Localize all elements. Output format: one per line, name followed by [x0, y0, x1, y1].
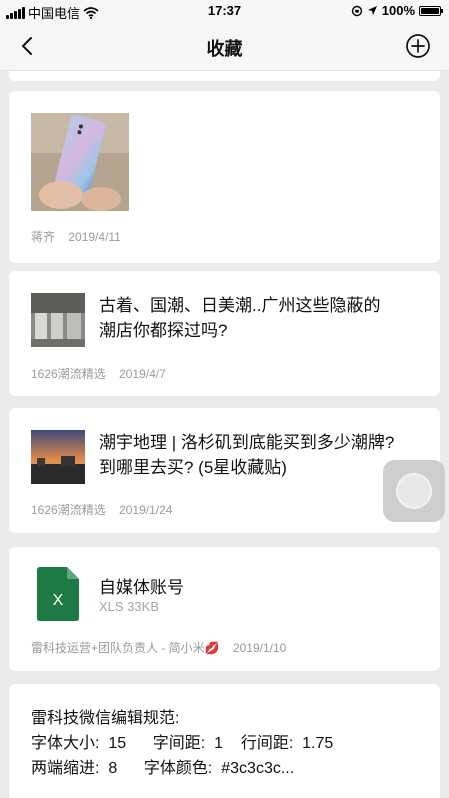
status-bar: 中国电信 17:37 100% [0, 0, 449, 22]
article-title: 潮宇地理 | 洛杉矶到底能买到多少潮牌? 到哪里去买? (5星收藏贴) [99, 430, 394, 480]
item-date: 2019/1/24 [119, 503, 173, 517]
note-line3: 两端缩进: 8 字体颜色: #3c3c3c... [31, 760, 295, 777]
item-meta: 1626潮流精选 2019/4/7 [31, 365, 176, 382]
orientation-lock-icon [351, 5, 362, 16]
item-date: 2019/4/7 [119, 367, 166, 381]
list-item-image[interactable]: 蒋齐 2019/4/11 [9, 91, 440, 263]
assistive-touch-icon [396, 473, 432, 509]
item-source: 1626潮流精选 [31, 367, 106, 381]
file-size: XLS 33KB [99, 599, 159, 614]
list-item-file[interactable]: X 自媒体账号 XLS 33KB 雷科技运营+团队负责人 - 简小米💋 2019… [9, 547, 440, 671]
article-title-line1: 古着、国潮、日美潮..广州这些隐蔽的 [99, 296, 381, 315]
item-source: 雷科技运营+团队负责人 - 简小米💋 [31, 641, 220, 655]
article-title-line2: 潮店你都探过吗? [99, 321, 228, 340]
note-line1: 雷科技微信编辑规范: [31, 710, 180, 727]
xls-file-icon: X [37, 567, 79, 621]
file-name: 自媒体账号 [99, 578, 184, 597]
item-source: 1626潮流精选 [31, 503, 106, 517]
page-title: 收藏 [206, 39, 243, 59]
item-date: 2019/4/11 [68, 230, 121, 244]
add-icon[interactable] [405, 33, 431, 59]
location-icon [367, 6, 377, 15]
item-meta: 1626潮流精选 2019/1/24 [31, 501, 182, 518]
list-item-partial[interactable] [9, 71, 440, 81]
svg-text:X: X [53, 592, 64, 609]
note-line2: 字体大小: 15 字间距: 1 行间距: 1.75 [31, 735, 334, 752]
article-title: 古着、国潮、日美潮..广州这些隐蔽的 潮店你都探过吗? [99, 293, 380, 343]
favorites-list[interactable]: 蒋齐 2019/4/11 古着、国潮、日美潮..广州这些隐蔽的 潮店你都探过吗?… [0, 71, 449, 798]
item-source: 蒋齐 [31, 230, 56, 244]
battery-percent: 100% [381, 3, 415, 18]
list-item-article[interactable]: 潮宇地理 | 洛杉矶到底能买到多少潮牌? 到哪里去买? (5星收藏贴) 1626… [9, 408, 440, 533]
photo-thumbnail [31, 113, 129, 211]
list-item-note[interactable]: 雷科技微信编辑规范: 字体大小: 15 字间距: 1 行间距: 1.75 两端缩进:… [9, 684, 440, 798]
item-meta: 雷科技运营+团队负责人 - 简小米💋 2019/1/10 [31, 639, 296, 656]
status-right: 100% [351, 3, 443, 18]
item-meta: 蒋齐 2019/4/11 [31, 228, 131, 245]
battery-icon [419, 5, 443, 16]
article-thumbnail [31, 430, 85, 484]
article-title-line2: 到哪里去买? (5星收藏贴) [99, 458, 287, 477]
article-title-line1: 潮宇地理 | 洛杉矶到底能买到多少潮牌? [99, 433, 395, 452]
note-text: 雷科技微信编辑规范: 字体大小: 15 字间距: 1 行间距: 1.75 两端缩进:… [31, 706, 333, 781]
assistive-touch-button[interactable] [383, 460, 445, 522]
article-thumbnail [31, 293, 85, 347]
nav-bar: 收藏 [0, 22, 449, 71]
item-date: 2019/1/10 [232, 641, 287, 655]
list-item-article[interactable]: 古着、国潮、日美潮..广州这些隐蔽的 潮店你都探过吗? 1626潮流精选 201… [9, 271, 440, 396]
